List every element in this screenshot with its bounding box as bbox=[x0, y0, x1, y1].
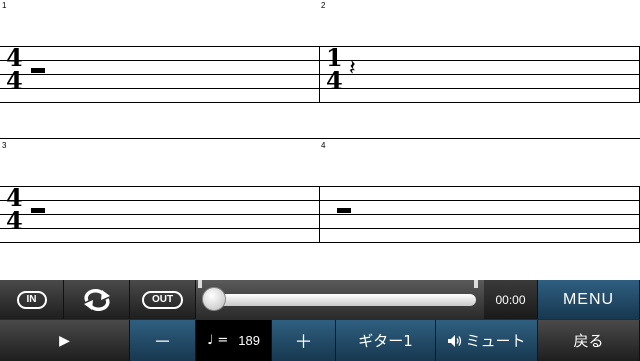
loop-in-label: IN bbox=[16, 290, 47, 309]
playback-slider[interactable] bbox=[196, 280, 484, 319]
loop-icon bbox=[83, 288, 110, 311]
mute-button[interactable]: ミュート bbox=[436, 320, 538, 361]
time-display: 00:00 bbox=[484, 280, 538, 319]
staff-line bbox=[0, 200, 640, 201]
slider-knob[interactable] bbox=[202, 287, 226, 311]
player-toolbar: IN OUT 00:00 MENU ▶ － ♩ = 189 ＋ ギター1 ミュー… bbox=[0, 280, 640, 361]
loop-in-button[interactable]: IN bbox=[0, 280, 64, 319]
mute-label: ミュート bbox=[465, 332, 526, 350]
menu-button[interactable]: MENU bbox=[538, 280, 640, 319]
tempo-value: 189 bbox=[238, 333, 260, 348]
system-separator bbox=[0, 138, 640, 139]
speaker-icon bbox=[448, 334, 462, 347]
tempo-decrease-button[interactable]: － bbox=[130, 320, 196, 361]
back-button[interactable]: 戻る bbox=[538, 320, 640, 361]
measure-number: 2 bbox=[321, 1, 326, 10]
staff-line bbox=[0, 102, 640, 103]
loop-start-marker bbox=[198, 280, 202, 288]
barline bbox=[319, 46, 320, 103]
staff-line bbox=[0, 214, 640, 215]
whole-rest bbox=[337, 208, 351, 213]
loop-end-marker bbox=[474, 280, 478, 288]
loop-out-label: OUT bbox=[141, 290, 184, 309]
time-signature-bottom: 4 bbox=[6, 66, 23, 95]
time-signature-bottom: 4 bbox=[326, 66, 343, 95]
tempo-display: ♩ = 189 bbox=[196, 320, 272, 361]
score-view: 1 2 4 4 1 4 𝄽 3 4 4 4 bbox=[0, 0, 640, 280]
time-signature-bottom: 4 bbox=[6, 206, 23, 235]
staff-line bbox=[0, 228, 640, 229]
slider-track bbox=[206, 294, 476, 306]
whole-rest bbox=[31, 68, 45, 73]
staff-line bbox=[0, 46, 640, 47]
track-select-button[interactable]: ギター1 bbox=[336, 320, 436, 361]
tempo-increase-button[interactable]: ＋ bbox=[272, 320, 336, 361]
staff-line bbox=[0, 88, 640, 89]
measure-number: 1 bbox=[2, 1, 7, 10]
staff-line bbox=[0, 74, 640, 75]
staff-line bbox=[0, 186, 640, 187]
whole-rest bbox=[31, 208, 45, 213]
tempo-note-label: ♩ = bbox=[207, 333, 229, 348]
measure-number: 3 bbox=[2, 141, 7, 150]
staff-line bbox=[0, 60, 640, 61]
loop-toggle-button[interactable] bbox=[64, 280, 130, 319]
play-button[interactable]: ▶ bbox=[0, 320, 130, 361]
measure-number: 4 bbox=[321, 141, 326, 150]
staff-line bbox=[0, 242, 640, 243]
loop-out-button[interactable]: OUT bbox=[130, 280, 196, 319]
play-icon: ▶ bbox=[59, 332, 70, 348]
barline bbox=[319, 186, 320, 243]
quarter-rest: 𝄽 bbox=[349, 56, 356, 81]
